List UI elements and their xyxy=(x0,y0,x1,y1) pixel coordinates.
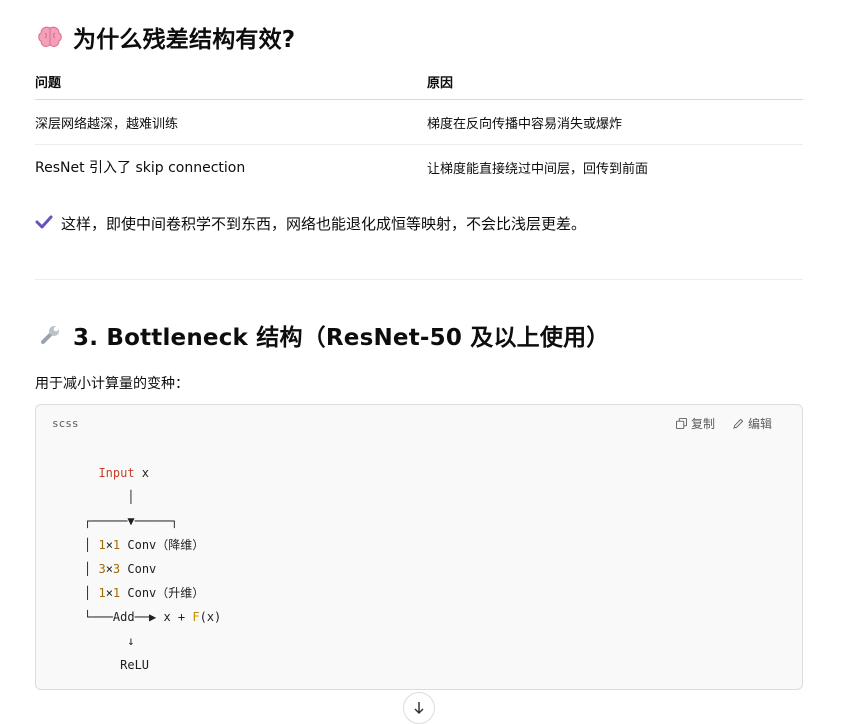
code-line: │ 1×1 Conv（升维） xyxy=(84,586,205,600)
code-line: │ 1×1 Conv（降维） xyxy=(84,538,205,552)
column-header-reason: 原因 xyxy=(427,64,803,100)
code-block: scss 复制 编辑 Input x │ ┌─────▼─────┐ │ 1×1… xyxy=(35,404,803,690)
edit-label: 编辑 xyxy=(747,417,772,431)
table-cell: ResNet 引入了 skip connection xyxy=(35,160,246,176)
arrow-down-icon xyxy=(413,693,425,719)
copy-icon xyxy=(675,418,687,429)
code-line: ReLU xyxy=(84,658,150,672)
code-line: ↓ xyxy=(84,634,135,648)
intro-text: 用于减小计算量的变种： xyxy=(35,376,189,392)
code-line: Input x xyxy=(98,466,150,480)
section-title: 3. Bottleneck 结构（ResNet-50 及以上使用） xyxy=(73,325,610,351)
table-header-row: 问题 原因 xyxy=(35,64,803,100)
section-heading-bottleneck: 3. Bottleneck 结构（ResNet-50 及以上使用） xyxy=(35,318,609,352)
brain-icon xyxy=(35,22,65,52)
wrench-icon xyxy=(35,320,65,350)
section-title: 为什么残差结构有效? xyxy=(73,27,296,53)
section-heading-why: 为什么残差结构有效? xyxy=(35,20,295,54)
code-actions: 复制 编辑 xyxy=(675,415,772,432)
copy-button[interactable]: 复制 xyxy=(675,415,715,432)
comparison-table: 问题 原因 深层网络越深，越难训练 梯度在反向传播中容易消失或爆炸 ResNet… xyxy=(35,64,803,189)
pencil-icon xyxy=(733,418,744,429)
column-header-problem: 问题 xyxy=(35,64,427,100)
scroll-to-bottom-button[interactable] xyxy=(403,692,435,724)
edit-button[interactable]: 编辑 xyxy=(733,415,772,432)
conclusion-line: 这样，即使中间卷积学不到东西，网络也能退化成恒等映射，不会比浅层更差。 xyxy=(35,213,586,234)
check-icon xyxy=(35,215,53,233)
code-line: │ xyxy=(84,490,135,504)
code-language-label: scss xyxy=(52,417,79,430)
code-line: │ 3×3 Conv xyxy=(84,562,157,576)
table-cell: 深层网络越深，越难训练 xyxy=(35,99,427,145)
code-line: └───Add──▶ x + F(x) xyxy=(84,610,222,624)
conclusion-text: 这样，即使中间卷积学不到东西，网络也能退化成恒等映射，不会比浅层更差。 xyxy=(61,215,587,233)
table-row: ResNet 引入了 skip connection 让梯度能直接绕过中间层，回… xyxy=(35,145,803,190)
code-content: Input x │ ┌─────▼─────┐ │ 1×1 Conv（降维） │… xyxy=(84,461,221,677)
code-line: ┌─────▼─────┐ xyxy=(84,514,178,528)
copy-label: 复制 xyxy=(690,417,715,431)
divider xyxy=(35,279,803,280)
table-cell: 让梯度能直接绕过中间层，回传到前面 xyxy=(427,161,649,177)
table-cell: 梯度在反向传播中容易消失或爆炸 xyxy=(427,99,803,145)
table-row: 深层网络越深，越难训练 梯度在反向传播中容易消失或爆炸 xyxy=(35,99,803,145)
